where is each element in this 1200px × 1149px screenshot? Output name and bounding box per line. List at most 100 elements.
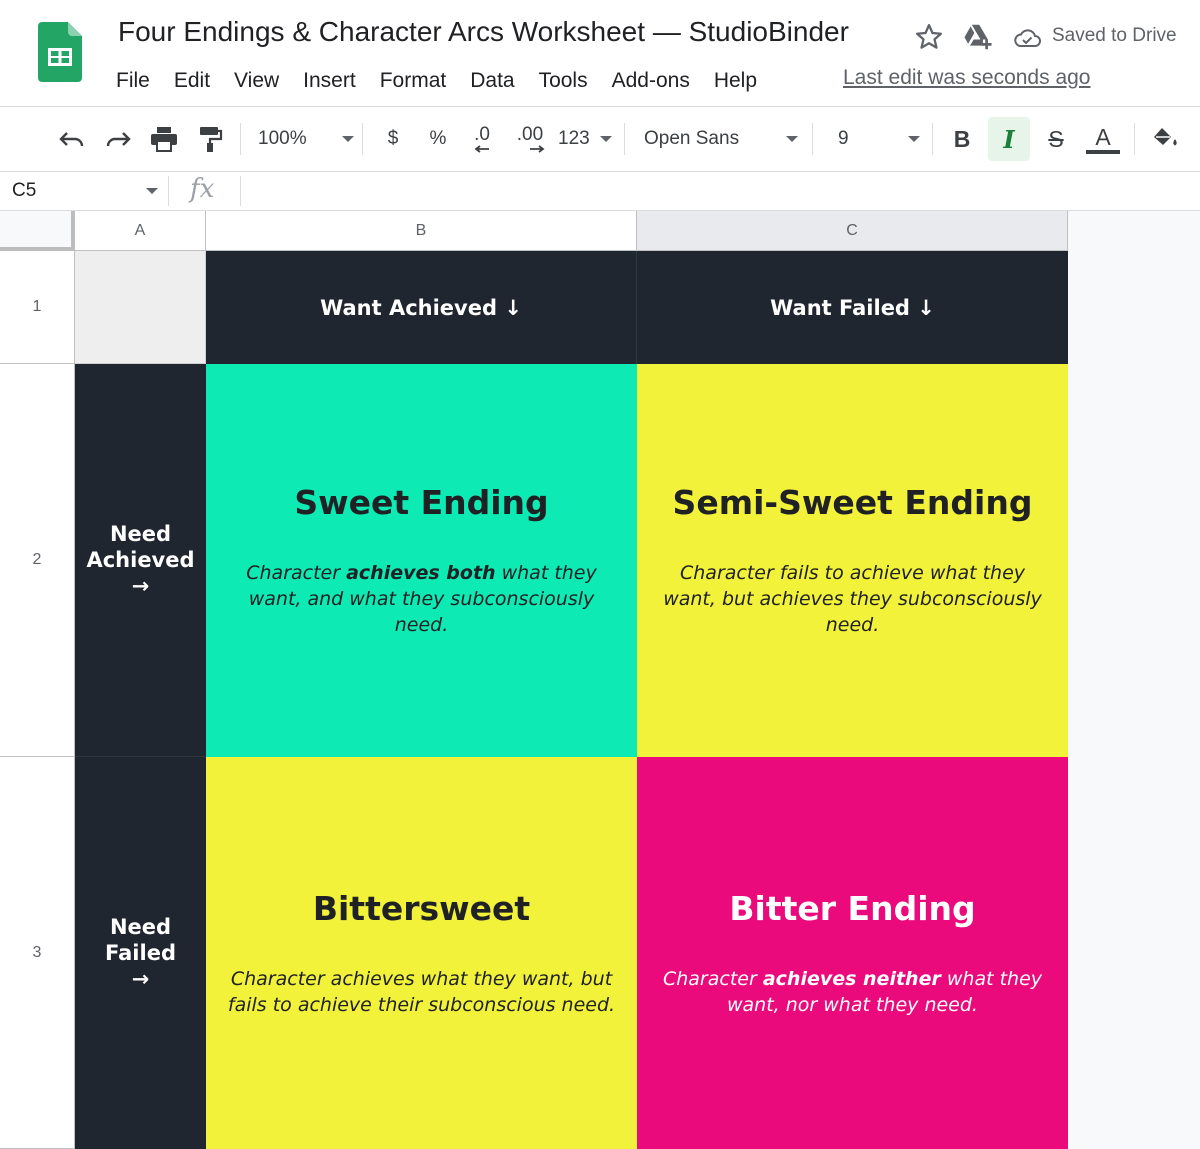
cell-c3-bitter-ending[interactable]: Bitter Ending Character achieves neither… xyxy=(637,757,1068,1149)
menu-file[interactable]: File xyxy=(104,69,162,93)
column-header-c[interactable]: C xyxy=(637,211,1068,251)
undo-icon xyxy=(59,132,84,147)
paint-format-button[interactable] xyxy=(190,117,230,161)
cell-a3[interactable]: Need Failed → xyxy=(75,757,206,1149)
strikethrough-button[interactable]: S xyxy=(1036,117,1076,161)
currency-format-button[interactable]: $ xyxy=(378,117,408,161)
formula-divider xyxy=(240,176,241,206)
document-title[interactable]: Four Endings & Character Arcs Worksheet … xyxy=(118,16,849,48)
chevron-down-icon xyxy=(600,136,612,142)
toolbar-separator xyxy=(362,123,363,155)
redo-button[interactable] xyxy=(98,117,138,161)
desc-emphasis: achieves neither xyxy=(762,967,941,990)
font-size-select[interactable]: 9 xyxy=(830,117,920,161)
name-box[interactable]: C5 xyxy=(12,180,36,202)
redo-icon xyxy=(106,132,131,147)
sweet-ending-description: Character achieves both what they want, … xyxy=(206,560,637,638)
saved-status: Saved to Drive xyxy=(1052,25,1177,46)
need-failed-label-line1: Need xyxy=(109,915,172,939)
menu-tools[interactable]: Tools xyxy=(527,69,600,93)
text-color-label: A xyxy=(1095,124,1111,150)
desc-text: Character xyxy=(246,562,347,584)
percent-label: % xyxy=(429,128,447,149)
want-failed-header: Want Failed ↓ xyxy=(770,295,935,320)
star-icon[interactable] xyxy=(914,22,944,52)
bold-label: B xyxy=(953,125,971,152)
bittersweet-title: Bittersweet xyxy=(312,888,531,928)
semi-sweet-ending-title: Semi-Sweet Ending xyxy=(672,483,1033,522)
toolbar-separator xyxy=(240,123,241,155)
chevron-down-icon[interactable] xyxy=(146,188,158,194)
cell-b1[interactable]: Want Achieved ↓ xyxy=(206,251,637,364)
zoom-value: 100% xyxy=(258,128,307,149)
formula-input[interactable] xyxy=(250,180,1180,204)
menu-data[interactable]: Data xyxy=(458,69,526,93)
row-header-3[interactable]: 3 xyxy=(0,757,75,1149)
more-formats-button[interactable]: 123 xyxy=(558,117,612,161)
row-header-2[interactable]: 2 xyxy=(0,364,75,757)
fill-color-button[interactable] xyxy=(1146,117,1186,161)
desc-emphasis: achieves both xyxy=(346,562,496,584)
toolbar-separator xyxy=(932,123,933,155)
arrow-right-icon: → xyxy=(131,967,150,991)
decrease-decimal-button[interactable]: .0 xyxy=(464,117,500,161)
sheets-logo-icon[interactable] xyxy=(38,22,82,82)
row-header-1[interactable]: 1 xyxy=(0,251,75,364)
semi-sweet-ending-description: Character fails to achieve what they wan… xyxy=(663,562,1042,636)
increase-decimal-button[interactable]: .00 xyxy=(510,117,550,161)
chevron-down-icon xyxy=(342,136,354,142)
bittersweet-description: Character achieves what they want, but f… xyxy=(227,967,616,1016)
zoom-select[interactable]: 100% xyxy=(258,117,354,161)
cell-a2[interactable]: Need Achieved → xyxy=(75,364,206,757)
menu-help[interactable]: Help xyxy=(702,69,769,93)
column-header-b[interactable]: B xyxy=(206,211,637,251)
need-failed-label-line2: Failed xyxy=(105,941,176,965)
cell-a1[interactable] xyxy=(75,251,206,364)
select-all-corner[interactable] xyxy=(0,211,75,251)
more-formats-label: 123 xyxy=(558,128,590,149)
undo-button[interactable] xyxy=(52,117,92,161)
bold-button[interactable]: B xyxy=(942,117,982,161)
font-size-value: 9 xyxy=(838,128,849,149)
arrow-right-icon xyxy=(530,145,545,153)
desc-text: Character xyxy=(662,967,763,990)
fx-icon: fx xyxy=(190,174,215,204)
chevron-down-icon xyxy=(908,136,920,142)
menu-edit[interactable]: Edit xyxy=(162,69,222,93)
move-to-drive-icon[interactable] xyxy=(962,22,994,52)
cell-b3-bittersweet[interactable]: Bittersweet Character achieves what they… xyxy=(206,757,637,1149)
column-header-a[interactable]: A xyxy=(75,211,206,251)
paint-bucket-icon xyxy=(1154,128,1177,146)
strikethrough-label: S xyxy=(1048,125,1064,152)
italic-label: I xyxy=(1003,124,1015,154)
print-icon xyxy=(151,127,177,152)
toolbar-separator xyxy=(812,123,813,155)
last-edit-link[interactable]: Last edit was seconds ago xyxy=(843,66,1091,90)
cell-c2-semi-sweet-ending[interactable]: Semi-Sweet Ending Character fails to ach… xyxy=(637,364,1068,757)
bitter-ending-title: Bitter Ending xyxy=(729,888,976,928)
print-button[interactable] xyxy=(144,117,184,161)
font-family-select[interactable]: Open Sans xyxy=(644,117,798,161)
currency-label: $ xyxy=(387,128,399,149)
bitter-ending-description: Character achieves neither what they wan… xyxy=(637,966,1068,1018)
text-color-button[interactable]: A xyxy=(1082,117,1124,161)
toolbar-separator xyxy=(1134,123,1135,155)
cloud-saved-icon xyxy=(1014,29,1041,47)
formula-divider xyxy=(168,176,169,206)
want-achieved-header: Want Achieved ↓ xyxy=(320,295,522,320)
menu-add-ons[interactable]: Add-ons xyxy=(600,69,702,93)
decrease-decimal-label: .0 xyxy=(474,124,490,145)
chevron-down-icon xyxy=(786,136,798,142)
text-color-swatch xyxy=(1086,150,1120,154)
arrow-left-icon xyxy=(474,145,489,153)
menu-insert[interactable]: Insert xyxy=(291,69,368,93)
menu-format[interactable]: Format xyxy=(368,69,459,93)
menu-view[interactable]: View xyxy=(222,69,291,93)
cell-c1[interactable]: Want Failed ↓ xyxy=(637,251,1068,364)
need-achieved-label-line1: Need xyxy=(109,522,172,546)
cell-b2-sweet-ending[interactable]: Sweet Ending Character achieves both wha… xyxy=(206,364,637,757)
sweet-ending-title: Sweet Ending xyxy=(294,483,549,522)
percent-format-button[interactable]: % xyxy=(422,117,454,161)
toolbar-separator xyxy=(624,123,625,155)
italic-button[interactable]: I xyxy=(988,117,1030,161)
